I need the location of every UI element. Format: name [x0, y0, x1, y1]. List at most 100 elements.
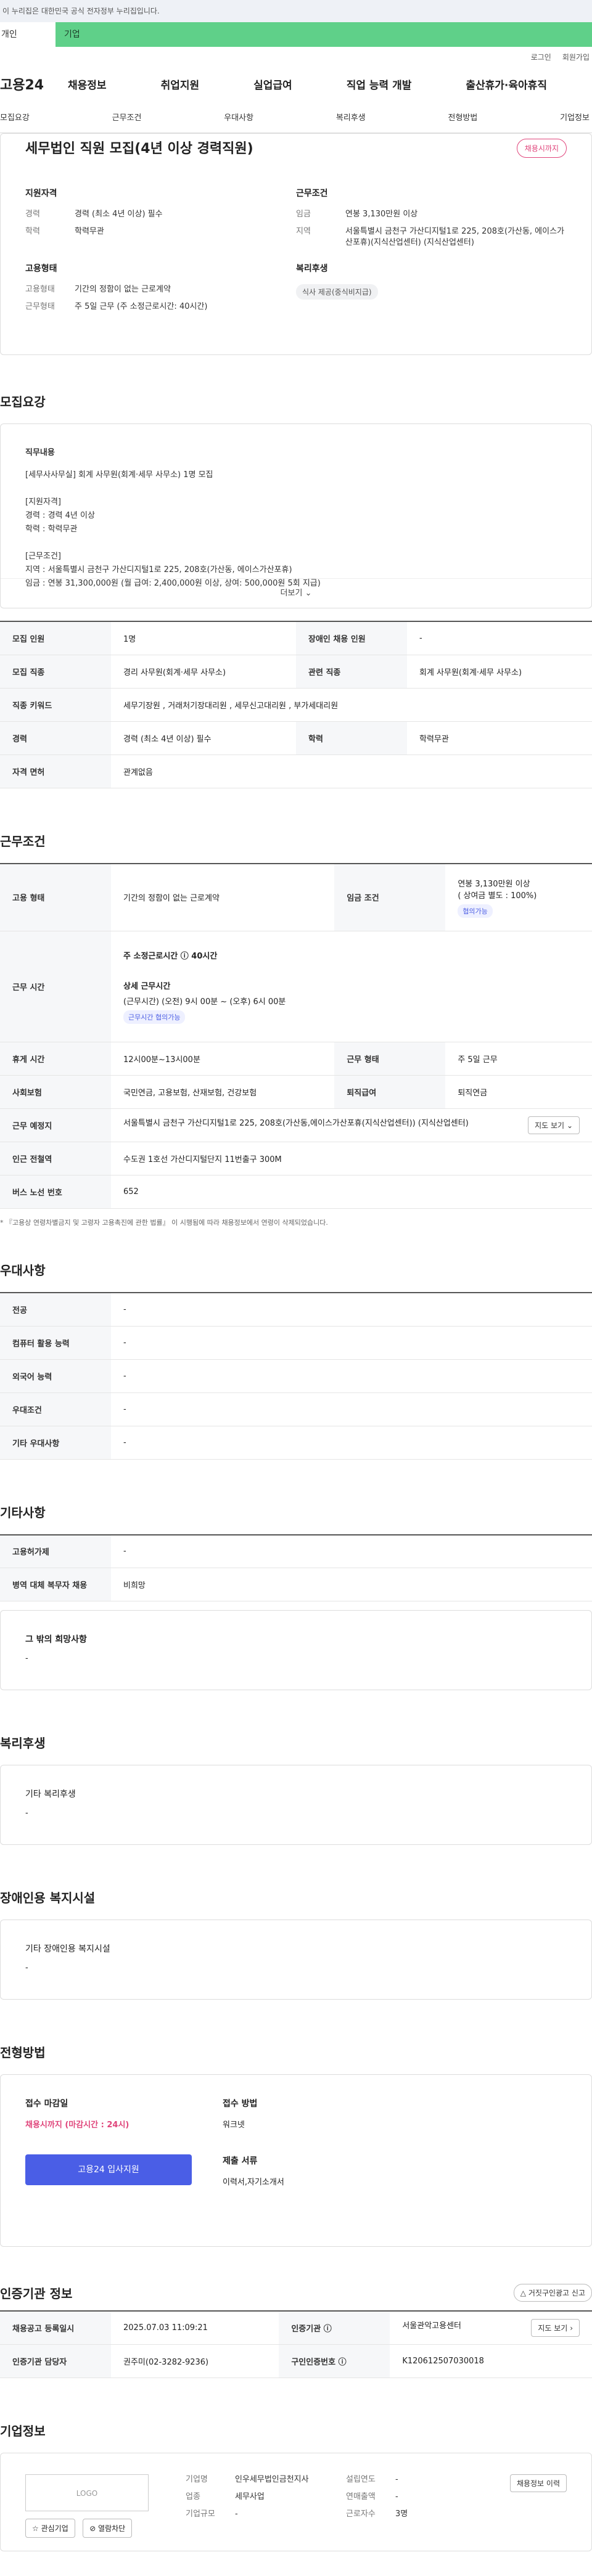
more-button[interactable]: 더보기 ⌄	[1, 578, 591, 608]
wage-line: 연봉 3,130만원 이상	[458, 879, 530, 889]
welfare-value: -	[25, 1809, 28, 1818]
edu-value: 학력무관	[75, 227, 104, 236]
deadline-badge: 채용시까지	[516, 139, 567, 158]
table-row: 기타 우대사항 -	[0, 1426, 592, 1460]
agency-map-button[interactable]: 지도 보기 ›	[531, 2318, 580, 2337]
anchor-apply[interactable]: 전형방법	[448, 111, 478, 123]
workcond-table: 고용 형태 기간의 정함이 없는 근로계약 임금 조건 연봉 3,130만원 이…	[0, 862, 592, 1209]
signup-link[interactable]: 회원가입	[562, 52, 590, 62]
agency-map-label: 지도 보기	[538, 2323, 568, 2333]
tab-company[interactable]: 기업	[56, 22, 592, 47]
site-logo[interactable]: 고용24	[0, 74, 68, 94]
row-value: 12시00분~13시00분	[111, 1042, 335, 1076]
row-value: -	[111, 1326, 592, 1360]
detail-hours: (근무시간) (오전) 9시 00분 ~ (오후) 6시 00분	[123, 997, 286, 1007]
employees-key: 근로자수	[346, 2509, 376, 2519]
apply-button[interactable]: 고용24 입사지원	[25, 2154, 192, 2185]
favorite-company-button[interactable]: ☆ 관심기업	[25, 2518, 75, 2538]
global-nav: 고용24 채용정보 취업지원 실업급여 직업 능력 개발 출산휴가·육아휴직	[0, 67, 592, 101]
map-button[interactable]: 지도 보기 ⌄	[528, 1116, 580, 1134]
sales-value: -	[395, 2492, 398, 2501]
welfare-section-title: 복리후생	[0, 1736, 46, 1751]
gnb-jobs[interactable]: 채용정보	[68, 76, 107, 92]
desc-title: 직무내용	[25, 448, 55, 457]
negotiable-chip: 협의가능	[458, 904, 493, 918]
tab-personal[interactable]: 개인	[0, 22, 56, 47]
anchor-welfare[interactable]: 복리후생	[336, 111, 366, 123]
desc-lines: [세무사사무실] 회계 사무원(회계·세무 사무소) 1명 모집 [지원자격] 경력…	[25, 468, 567, 591]
disability-sub: 기타 장애인용 복지시설	[25, 1944, 110, 1954]
hiring-history-button[interactable]: 채용정보 이력	[509, 2474, 567, 2492]
area-value: 서울특별시 금천구 가산디지털1로 225, 208호(가산동, 에이스가산포휴…	[345, 227, 565, 247]
login-link[interactable]: 로그인	[531, 52, 551, 62]
gnb-employment-support[interactable]: 취업지원	[161, 76, 200, 92]
anchor-recruit[interactable]: 모집요강	[0, 111, 30, 123]
report-fake-ad-button[interactable]: △ 거짓구인광고 신고	[513, 2284, 592, 2302]
row-value: 국민연금, 고용보험, 산재보험, 건강보험	[111, 1075, 335, 1109]
career-key: 경력	[25, 210, 40, 219]
gnb-leave[interactable]: 출산휴가·육아휴직	[466, 76, 547, 92]
row-head: 사회보험	[0, 1075, 111, 1109]
deadline-value: 채용시까지 (마감시간 : 24시)	[25, 2120, 130, 2130]
section-anchor-nav: 모집요강 근무조건 우대사항 복리후생 전형방법 기업정보	[0, 101, 592, 133]
apply-section-title: 전형방법	[0, 2045, 46, 2060]
agency-org-value: 서울관악고용센터	[402, 2321, 462, 2331]
company-name-value: 인우세무법인금천지사	[235, 2474, 309, 2484]
table-row: 버스 노선 번호 652	[0, 1175, 592, 1209]
anchor-workcond[interactable]: 근무조건	[112, 111, 142, 123]
block-company-button[interactable]: ⊘ 열람차단	[83, 2518, 133, 2538]
recruit-section-title: 모집요강	[0, 395, 46, 409]
agency-section-title: 인증기관 정보	[0, 2286, 73, 2301]
table-row: 근무 예정지 서울특별시 금천구 가산디지털1로 225, 208호(가산동,에…	[0, 1108, 592, 1142]
row-value: -	[111, 1293, 592, 1327]
anchor-pref[interactable]: 우대사항	[224, 111, 253, 123]
row-head: 인증기관 담당자	[0, 2344, 111, 2378]
row-value: 비희망	[111, 1568, 592, 1601]
row-value: 1명	[111, 621, 296, 655]
pref-table: 전공 - 컴퓨터 활용 능력 - 외국어 능력 - 우대조건 - 기타 우대사항 -	[0, 1292, 592, 1460]
row-head: 인근 전철역	[0, 1142, 111, 1176]
disability-section-title: 장애인용 복지시설	[0, 1891, 96, 1905]
apply-box: 접수 마감일 채용시까지 (마감시간 : 24시) 고용24 입사지원 접수 방…	[0, 2074, 592, 2247]
row-value: -	[111, 1534, 592, 1568]
row-head: 직종 키워드	[0, 688, 111, 722]
cond-block: 근무조건 임금 연봉 3,130만원 이상 지역 서울특별시 금천구 가산디지털1로…	[296, 187, 567, 319]
anchor-company[interactable]: 기업정보	[560, 111, 590, 123]
gnb-training[interactable]: 직업 능력 개발	[347, 76, 412, 92]
table-row: 채용공고 등록일시 2025.07.03 11:09:21 인증기관 ⓘ 서울관악…	[0, 2311, 592, 2345]
employees-value: 3명	[395, 2509, 408, 2519]
table-row: 우대조건 -	[0, 1392, 592, 1426]
desc-line	[25, 536, 567, 550]
weekly-hours: 주 소정근로시간 ⓘ 40시간	[123, 952, 218, 961]
row-head: 컴퓨터 활용 능력	[0, 1326, 111, 1360]
table-row: 인근 전철역 수도권 1호선 가산디지털단지 11번출구 300M	[0, 1142, 592, 1176]
row-head: 임금 조건	[334, 863, 446, 931]
row-head: 인증기관 ⓘ	[279, 2311, 390, 2345]
gnb-unemployment[interactable]: 실업급여	[253, 76, 292, 92]
row-head: 관련 직종	[296, 655, 407, 689]
recruit-table: 모집 인원 1명 장애인 채용 인원 - 모집 직종 경리 사무원(회계·세무 사무소…	[0, 621, 592, 788]
location-value: 서울특별시 금천구 가산디지털1로 225, 208호(가산동,에이스가산포휴(…	[123, 1119, 469, 1128]
row-head: 장애인 채용 인원	[296, 621, 407, 655]
sales-key: 연매출액	[346, 2492, 376, 2501]
other-wishes-title: 그 밖의 희망사항	[25, 1635, 87, 1645]
worktype-value: 주 5일 근무 (주 소정근로시간: 40시간)	[75, 302, 208, 311]
row-value: 회계 사무원(회계·세무 사무소)	[407, 655, 592, 689]
docs-title: 제출 서류	[223, 2156, 258, 2166]
row-head: 모집 직종	[0, 655, 111, 689]
pref-section-title: 우대사항	[0, 1263, 46, 1278]
table-row: 자격 면허 관계없음	[0, 754, 592, 788]
desc-line: [세무사사무실] 회계 사무원(회계·세무 사무소) 1명 모집	[25, 470, 213, 480]
company-box: LOGO ☆ 관심기업 ⊘ 열람차단 기업명 인우세무법인금천지사 업종 세무사업 …	[0, 2452, 592, 2551]
welfare-summary-title: 복리후생	[296, 264, 328, 274]
detail-hours-title: 상세 근무시간	[123, 982, 171, 991]
row-value: -	[407, 621, 592, 655]
row-head: 자격 면허	[0, 754, 111, 788]
row-value: K120612507030018	[390, 2344, 592, 2378]
table-row: 인증기관 담당자 권주미(02-3282-9236) 구인인증번호 ⓘ K12061…	[0, 2344, 592, 2378]
row-head: 병역 대체 복무자 채용	[0, 1568, 111, 1601]
desc-line: 지역 : 서울특별시 금천구 가산디지털1로 225, 208호(가산동, 에이…	[25, 565, 292, 574]
row-head: 버스 노선 번호	[0, 1175, 111, 1209]
industry-value: 세무사업	[235, 2492, 265, 2501]
row-head: 모집 인원	[0, 621, 111, 655]
